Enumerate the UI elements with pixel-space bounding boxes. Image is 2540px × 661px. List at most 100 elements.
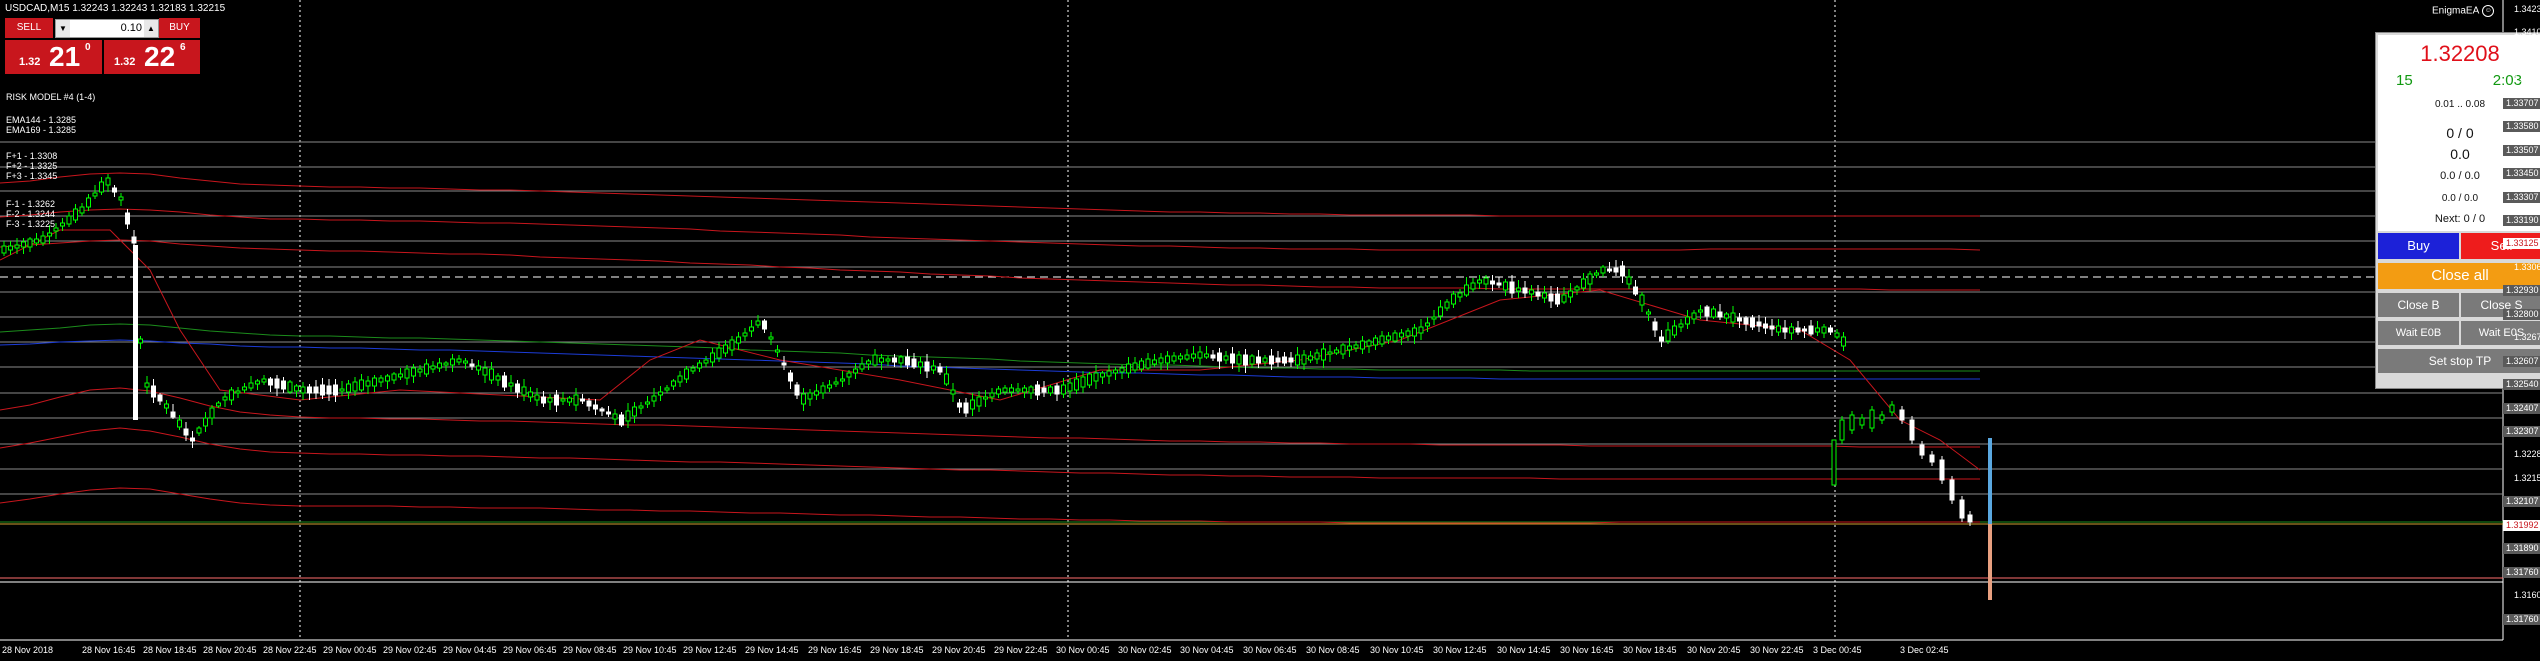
candle-body-204 [1327, 351, 1333, 355]
candle-body-34 [222, 396, 228, 401]
candle-body-151 [983, 396, 988, 400]
candle-body-114 [742, 332, 748, 337]
candle-body-80 [521, 386, 527, 396]
candle-body-25 [164, 403, 169, 409]
candle-body-77 [502, 375, 507, 388]
candle-body-134 [872, 354, 878, 366]
candle-body-155 [1009, 387, 1014, 393]
candle-body-225 [1464, 284, 1469, 296]
recent-body-10 [1939, 459, 1945, 481]
candle-body-37 [242, 386, 247, 391]
candle-body-27 [177, 419, 182, 428]
candle-body-92 [599, 408, 605, 412]
sell-price-box[interactable]: 1.32 21 0 [5, 40, 102, 74]
candle-body-159 [1035, 384, 1040, 396]
candle-body-130 [846, 372, 852, 378]
candle-body-273 [1776, 325, 1781, 333]
candle-body-194 [1262, 357, 1268, 363]
time-tick-label: 30 Nov 12:45 [1433, 645, 1487, 655]
time-tick-label: 30 Nov 08:45 [1306, 645, 1360, 655]
candle-body-193 [1256, 356, 1261, 364]
candle-body-231 [1503, 281, 1508, 291]
time-tick-label: 3 Dec 02:45 [1900, 645, 1949, 655]
candle-body-253 [1646, 311, 1651, 315]
candle-body-141 [918, 361, 923, 368]
lot-size-value[interactable]: 0.10 [72, 20, 142, 37]
candle-body-36 [235, 390, 241, 394]
candle-body-131 [853, 368, 858, 374]
candle-body-10 [66, 215, 72, 225]
price-chart[interactable] [0, 0, 2540, 661]
buy-button[interactable]: BUY [159, 18, 200, 38]
candle-body-236 [1535, 291, 1541, 297]
candle-body-221 [1438, 306, 1443, 317]
candle-body-188 [1223, 355, 1229, 361]
price-tick-label: 1.34230 [2514, 4, 2540, 14]
candle-body-222 [1444, 301, 1450, 309]
ea-wait-eob-button[interactable]: Wait E0B [2378, 321, 2459, 345]
candle-body-117 [762, 320, 767, 330]
candle-body-143 [931, 365, 936, 371]
lot-size-field[interactable]: ▼ 0.10 ▲ [55, 19, 159, 38]
candle-body-260 [1691, 312, 1697, 320]
candle-body-217 [1412, 327, 1417, 337]
level-f-plus-3: F+3 - 1.3345 [6, 171, 58, 181]
candle-body-101 [658, 391, 663, 396]
candle-body-234 [1522, 287, 1528, 294]
candle-body-128 [833, 381, 839, 385]
candle-body-173 [1126, 363, 1131, 374]
time-tick-label: 30 Nov 22:45 [1750, 645, 1804, 655]
recent-body-2 [1859, 417, 1865, 426]
candle-body-59 [385, 375, 390, 382]
recent-body-8 [1919, 444, 1925, 456]
price-tick-label: 1.32607 [2503, 356, 2540, 367]
candle-body-55 [359, 379, 364, 391]
candle-body-106 [690, 367, 696, 372]
candle-body-245 [1594, 272, 1599, 276]
buy-price-box[interactable]: 1.32 22 6 [104, 40, 200, 74]
candle-body-170 [1106, 370, 1112, 377]
candle-body-280 [1821, 326, 1827, 334]
candle-body-209 [1360, 340, 1365, 350]
price-tick-label: 1.32150 [2514, 473, 2540, 483]
candle-body-275 [1789, 326, 1794, 334]
candle-body-26 [170, 411, 176, 418]
candle-body-162 [1054, 385, 1060, 395]
candle-body-201 [1308, 355, 1313, 361]
recent-body-9 [1929, 454, 1935, 463]
candle-body-107 [697, 362, 702, 369]
candle-body-202 [1314, 352, 1320, 360]
sell-button[interactable]: SELL [5, 18, 53, 38]
ea-spread: 15 [2396, 72, 2413, 89]
candle-body-182 [1184, 354, 1190, 360]
candle-body-35 [229, 389, 234, 401]
candle-body-156 [1015, 388, 1021, 392]
ea-close-buys-button[interactable]: Close B [2378, 293, 2459, 317]
candle-body-199 [1295, 354, 1300, 366]
lot-increase-button[interactable]: ▲ [144, 20, 158, 37]
candle-body-120 [781, 362, 787, 366]
candle-body-126 [820, 385, 826, 394]
time-tick-label: 30 Nov 18:45 [1623, 645, 1677, 655]
ea-buy-button[interactable]: Buy [2378, 233, 2459, 259]
candle-body-268 [1743, 317, 1749, 325]
recent-body-5 [1889, 404, 1895, 413]
candle-body-14 [92, 192, 98, 197]
candle-body-68 [443, 362, 449, 366]
candle-body-39 [255, 380, 260, 385]
time-tick-label: 29 Nov 08:45 [563, 645, 617, 655]
candle-body-205 [1334, 349, 1339, 354]
time-tick-label: 29 Nov 18:45 [870, 645, 924, 655]
candle-body-88 [573, 394, 579, 406]
candle-body-98 [638, 405, 644, 409]
recent-body-13 [1967, 514, 1973, 523]
candle-body-179 [1165, 355, 1170, 364]
price-tick-label: 1.33060 [2514, 262, 2540, 272]
candle-body-3 [21, 241, 26, 248]
candle-body-198 [1288, 357, 1294, 363]
candle-body-219 [1425, 322, 1430, 327]
candle-body-108 [703, 359, 709, 364]
lot-decrease-button[interactable]: ▼ [56, 20, 70, 37]
candle-body-153 [996, 388, 1001, 395]
price-tick-label: 1.33580 [2503, 121, 2540, 132]
